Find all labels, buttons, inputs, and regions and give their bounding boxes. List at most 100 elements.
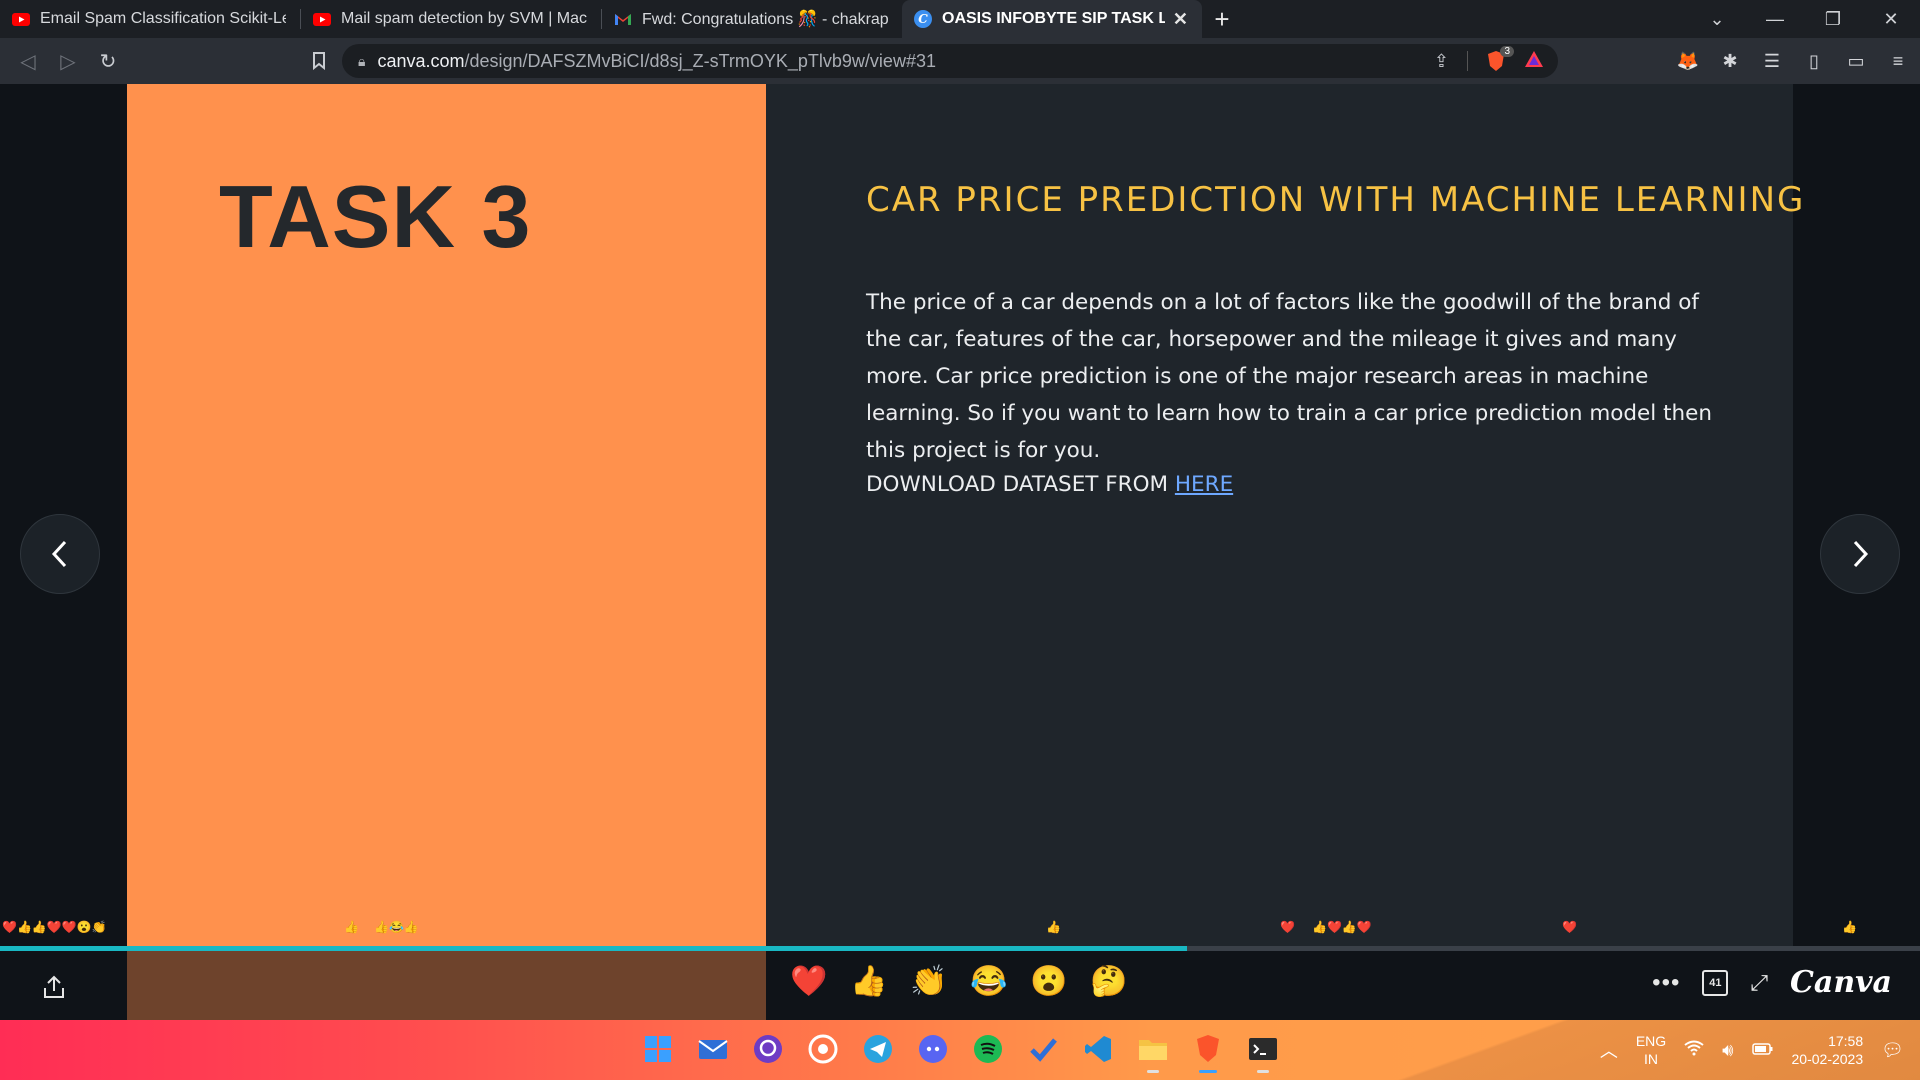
- canva-logo[interactable]: Canva: [1790, 965, 1892, 1000]
- lock-icon: 🔒︎: [358, 52, 366, 69]
- surprised-reaction-button[interactable]: 😮: [1030, 965, 1067, 999]
- spotify-icon[interactable]: [970, 1031, 1006, 1067]
- clap-reaction-button[interactable]: 👏: [910, 965, 947, 999]
- restore-button[interactable]: ❐: [1804, 0, 1862, 38]
- thinking-reaction-button[interactable]: 🤔: [1090, 965, 1127, 999]
- tab-title: OASIS INFOBYTE SIP TASK LIST: [942, 10, 1165, 27]
- address-toolbar: ◁ ▷ ↻ 🔒︎ canva.com/design/DAFSZMvBiCI/d8…: [0, 38, 1920, 84]
- laugh-reaction-button[interactable]: 😂: [970, 965, 1007, 999]
- clock-date: 20-02-2023: [1791, 1051, 1864, 1067]
- mail-app-icon[interactable]: [695, 1031, 731, 1067]
- reaction-markers: ❤️: [1280, 920, 1295, 934]
- system-tray: ︿ ENG IN 🔊︎ 17:58 20-02-2023 💬︎: [1600, 1020, 1904, 1080]
- presentation-tools: ••• 41 ⤢ Canva: [1652, 965, 1892, 1000]
- reaction-picker: ❤️ 👍 👏 😂 😮 🤔: [790, 965, 1127, 999]
- url-bar[interactable]: 🔒︎ canva.com/design/DAFSZMvBiCI/d8sj_Z-s…: [342, 44, 1558, 78]
- windows-taskbar: ︿ ENG IN 🔊︎ 17:58 20-02-2023 💬︎: [0, 1020, 1920, 1080]
- next-slide-button[interactable]: [1820, 514, 1900, 594]
- slide-body-text: The price of a car depends on a lot of f…: [866, 290, 1713, 463]
- telegram-icon[interactable]: [860, 1031, 896, 1067]
- vscode-icon[interactable]: [1080, 1031, 1116, 1067]
- close-window-button[interactable]: ✕: [1862, 0, 1920, 38]
- wallet-icon[interactable]: ▭: [1844, 49, 1868, 73]
- forward-button[interactable]: ▷: [48, 41, 88, 81]
- discord-icon[interactable]: [915, 1031, 951, 1067]
- tab-oasis-infobyte[interactable]: C OASIS INFOBYTE SIP TASK LIST ✕: [902, 0, 1202, 38]
- running-indicator: [1199, 1070, 1217, 1073]
- volume-icon[interactable]: 🔊︎: [1722, 1040, 1733, 1061]
- todo-icon[interactable]: [1025, 1031, 1061, 1067]
- window-controls: ⌄ — ❐ ✕: [1688, 0, 1920, 38]
- fullscreen-icon[interactable]: ⤢: [1750, 970, 1768, 996]
- reaction-markers: 👍❤️👍❤️: [1312, 920, 1372, 934]
- extensions-area: 🦊 ✱ ☰ ▯ ▭ ≡: [1676, 44, 1910, 78]
- reload-button[interactable]: ↻: [88, 41, 128, 81]
- tab-email-spam[interactable]: Email Spam Classification Scikit-Learn: [0, 0, 300, 38]
- download-dataset-line: DOWNLOAD DATASET FROM HERE: [866, 472, 1233, 497]
- wifi-icon[interactable]: [1684, 1040, 1704, 1061]
- thumbs-up-reaction-button[interactable]: 👍: [850, 965, 887, 999]
- download-here-link[interactable]: HERE: [1175, 472, 1233, 497]
- reaction-markers: 👍: [1046, 920, 1061, 934]
- bookmark-icon[interactable]: [304, 46, 334, 76]
- browser-tab-bar: Email Spam Classification Scikit-Learn M…: [0, 0, 1920, 38]
- download-prefix: DOWNLOAD DATASET FROM: [866, 472, 1175, 497]
- battery-icon[interactable]: [1751, 1040, 1774, 1061]
- close-tab-icon[interactable]: ✕: [1173, 9, 1188, 30]
- gmail-icon: [614, 10, 632, 28]
- tab-title: Fwd: Congratulations 🎊 - chakrapani: [642, 11, 888, 28]
- clock[interactable]: 17:58 20-02-2023: [1792, 1032, 1864, 1068]
- brave-shields-badge: 3: [1500, 46, 1514, 57]
- tab-mail-spam-svm[interactable]: Mail spam detection by SVM | Machine: [301, 0, 601, 38]
- minimize-button[interactable]: —: [1746, 0, 1804, 38]
- url-path: /design/DAFSZMvBiCI/d8sj_Z-sTrmOYK_pTlvb…: [464, 50, 936, 71]
- reaction-markers: 👍😂👍: [374, 920, 419, 934]
- reading-list-icon[interactable]: ☰: [1760, 49, 1784, 73]
- language-region: IN: [1644, 1051, 1658, 1067]
- brave-shields-icon[interactable]: 3: [1486, 46, 1514, 72]
- new-tab-button[interactable]: +: [1202, 0, 1242, 38]
- reaction-markers: 👍: [1842, 920, 1857, 934]
- metamask-icon[interactable]: 🦊: [1676, 49, 1700, 73]
- brave-browser-icon[interactable]: [1190, 1031, 1226, 1073]
- windows-start-icon[interactable]: [640, 1031, 676, 1067]
- url-bar-actions: ⇪ 3: [1434, 44, 1544, 78]
- sidebar-toggle-icon[interactable]: ▯: [1802, 49, 1826, 73]
- youtube-icon: [12, 10, 30, 28]
- extensions-puzzle-icon[interactable]: ✱: [1718, 49, 1742, 73]
- brave-rewards-icon[interactable]: [1524, 50, 1544, 73]
- github-icon[interactable]: [750, 1031, 786, 1067]
- tab-search-chevron-icon[interactable]: ⌄: [1688, 0, 1746, 38]
- share-icon[interactable]: [38, 971, 70, 1003]
- tab-gmail[interactable]: Fwd: Congratulations 🎊 - chakrapani: [602, 0, 902, 38]
- show-hidden-icons-chevron[interactable]: ︿: [1600, 1037, 1618, 1063]
- svg-text:C: C: [918, 12, 928, 26]
- youtube-icon: [313, 10, 331, 28]
- slide-left-panel: TASK 3: [127, 84, 766, 946]
- heart-reaction-button[interactable]: ❤️: [790, 965, 827, 999]
- taskbar-apps: [640, 1031, 1281, 1073]
- notifications-icon[interactable]: 💬︎: [1881, 1040, 1904, 1061]
- slide-right-panel: CAR PRICE PREDICTION WITH MACHINE LEARNI…: [766, 84, 1803, 946]
- reaction-markers: 👍: [344, 920, 359, 934]
- terminal-icon[interactable]: [1245, 1031, 1281, 1073]
- slide-thumbnail-strip: [127, 951, 766, 1020]
- url-host: canva.com: [377, 50, 465, 71]
- presentation-controls: ❤️ 👍 👏 😂 😮 🤔 ••• 41 ⤢ Canva: [0, 951, 1920, 1020]
- tab-title: Mail spam detection by SVM | Machine: [341, 10, 587, 27]
- menu-icon[interactable]: ≡: [1886, 49, 1910, 73]
- back-button[interactable]: ◁: [8, 41, 48, 81]
- running-indicator: [1257, 1070, 1269, 1073]
- reaction-markers: ❤️👍👍❤️❤️😮👏: [2, 920, 107, 934]
- tab-title: Email Spam Classification Scikit-Learn: [40, 10, 286, 27]
- running-indicator: [1147, 1070, 1159, 1073]
- whatsapp-icon[interactable]: [805, 1031, 841, 1067]
- previous-slide-button[interactable]: [20, 514, 100, 594]
- file-explorer-icon[interactable]: [1135, 1031, 1171, 1073]
- language-indicator[interactable]: ENG IN: [1636, 1032, 1666, 1068]
- page-count-badge[interactable]: 41: [1702, 969, 1729, 996]
- divider: [1467, 51, 1468, 71]
- reaction-markers: ❤️: [1562, 920, 1577, 934]
- more-options-icon[interactable]: •••: [1652, 969, 1680, 997]
- share-page-icon[interactable]: ⇪: [1434, 51, 1449, 72]
